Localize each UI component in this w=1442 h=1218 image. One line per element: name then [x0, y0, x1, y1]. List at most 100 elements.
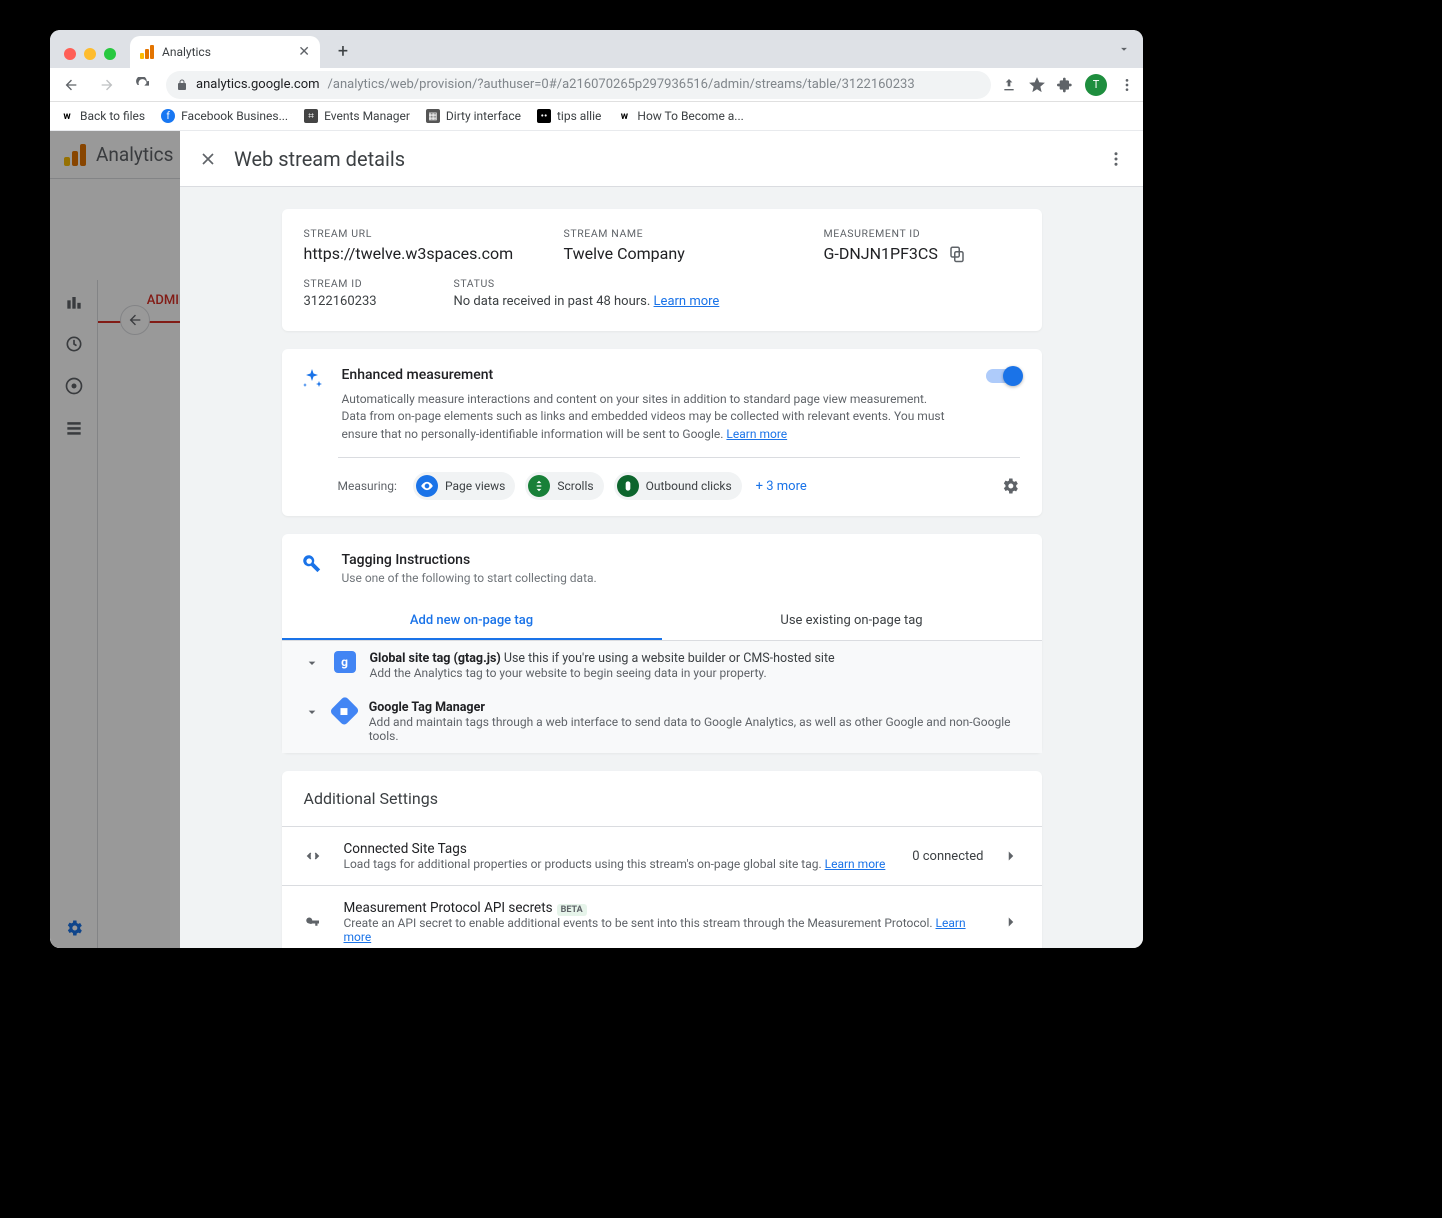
back-button[interactable]: [58, 72, 84, 98]
bookmark-item[interactable]: ▦Dirty interface: [426, 109, 521, 123]
row-api-secrets[interactable]: Measurement Protocol API secrets BETA Cre…: [282, 885, 1042, 948]
browser-tab-strip: Analytics ✕ +: [50, 30, 1143, 68]
lock-icon: [176, 79, 188, 91]
extensions-icon[interactable]: [1057, 77, 1073, 93]
chevron-down-icon: [304, 651, 320, 671]
close-panel-button[interactable]: [198, 149, 218, 169]
chip-label: Scrolls: [557, 479, 593, 493]
macos-minimize[interactable]: [84, 48, 96, 60]
mapi-title: Measurement Protocol API secrets: [344, 900, 553, 916]
enhanced-desc2: Data from on-page elements such as links…: [342, 409, 945, 440]
macos-zoom[interactable]: [104, 48, 116, 60]
gs-title: Global site tag (gtag.js): [370, 651, 504, 666]
bookmark-label: Events Manager: [324, 109, 410, 123]
gtm-title: Google Tag Manager: [369, 700, 485, 715]
stream-url-label: STREAM URL: [304, 227, 534, 240]
reload-button[interactable]: [130, 72, 156, 98]
web-stream-details-panel: Web stream details STREAM URL https://tw…: [180, 131, 1143, 948]
enhanced-settings-gear-icon[interactable]: [1000, 476, 1020, 496]
chip-label: Outbound clicks: [646, 479, 732, 493]
chip-label: Page views: [445, 479, 505, 493]
bookmark-star-icon[interactable]: [1029, 77, 1045, 93]
bookmark-label: How To Become a...: [637, 109, 743, 123]
panel-menu-button[interactable]: [1107, 150, 1125, 168]
mapi-desc: Create an API secret to enable additiona…: [344, 916, 936, 930]
gs-hint: Use this if you're using a website build…: [504, 651, 835, 666]
sparkle-icon: [300, 367, 328, 443]
key-icon: [304, 913, 326, 931]
panel-title: Web stream details: [234, 147, 405, 171]
new-tab-button[interactable]: +: [330, 38, 356, 64]
bookmark-item[interactable]: ⌗Events Manager: [304, 109, 410, 123]
profile-avatar[interactable]: T: [1085, 74, 1107, 96]
scroll-icon: [528, 475, 550, 497]
bookmark-item[interactable]: wBack to files: [60, 109, 145, 123]
browser-window: Analytics ✕ + analytics.google.com/analy…: [50, 30, 1143, 948]
chrome-menu-icon[interactable]: [1119, 77, 1135, 93]
stream-id-value: 3122160233: [304, 294, 424, 309]
measurement-id-label: MEASUREMENT ID: [824, 227, 984, 240]
url-host: analytics.google.com: [196, 77, 320, 92]
enhanced-measurement-card: Enhanced measurement Automatically measu…: [282, 349, 1042, 516]
status-label: STATUS: [454, 277, 854, 290]
accordion-global-site-tag[interactable]: g Global site tag (gtag.js) Use this if …: [282, 641, 1042, 690]
gtm-icon: ◆: [329, 696, 360, 727]
eye-icon: [416, 475, 438, 497]
enhanced-title: Enhanced measurement: [342, 367, 972, 383]
row-connected-site-tags[interactable]: Connected Site Tags Load tags for additi…: [282, 826, 1042, 885]
toolbar-right: T: [1001, 74, 1135, 96]
status-text: No data received in past 48 hours.: [454, 294, 654, 309]
additional-settings-card: Additional Settings Connected Site Tags …: [282, 771, 1042, 948]
macos-close[interactable]: [64, 48, 76, 60]
share-icon[interactable]: [1001, 77, 1017, 93]
url-path: /analytics/web/provision/?authuser=0#/a2…: [328, 77, 915, 92]
stream-info-card: STREAM URL https://twelve.w3spaces.com S…: [282, 209, 1042, 331]
beta-badge: BETA: [557, 904, 587, 916]
address-bar[interactable]: analytics.google.com/analytics/web/provi…: [166, 71, 991, 99]
code-icon: [304, 847, 326, 865]
stream-id-label: STREAM ID: [304, 277, 424, 290]
gtag-icon: g: [334, 651, 356, 673]
bookmark-label: tips allie: [557, 109, 601, 123]
status-learn-more-link[interactable]: Learn more: [654, 294, 720, 309]
macos-window-controls: [60, 48, 124, 68]
chip-page-views: Page views: [413, 472, 515, 500]
cst-learn-more-link[interactable]: Learn more: [825, 857, 886, 871]
chevron-right-icon: [1002, 847, 1020, 865]
enhanced-measurement-toggle[interactable]: [986, 369, 1020, 383]
copy-measurement-id-button[interactable]: [948, 245, 966, 263]
gtm-desc: Add and maintain tags through a web inte…: [369, 715, 1020, 743]
bookmark-label: Facebook Busines...: [181, 109, 288, 123]
tagging-title: Tagging Instructions: [342, 552, 597, 568]
panel-body: STREAM URL https://twelve.w3spaces.com S…: [180, 187, 1143, 948]
stream-name-value: Twelve Company: [564, 244, 794, 263]
accordion-google-tag-manager[interactable]: ◆ Google Tag Manager Add and maintain ta…: [282, 690, 1042, 753]
bookmarks-bar: wBack to files fFacebook Busines... ⌗Eve…: [50, 102, 1143, 131]
browser-tab[interactable]: Analytics ✕: [130, 36, 320, 68]
tab-use-existing-tag[interactable]: Use existing on-page tag: [662, 603, 1042, 640]
measurement-id-value: G-DNJN1PF3CS: [824, 244, 938, 263]
bookmark-label: Dirty interface: [446, 109, 521, 123]
chevron-right-icon: [1002, 913, 1020, 931]
analytics-favicon: [140, 45, 154, 59]
bookmark-item[interactable]: wHow To Become a...: [617, 109, 743, 123]
tagging-instructions-card: Tagging Instructions Use one of the foll…: [282, 534, 1042, 753]
bookmark-item[interactable]: ••tips allie: [537, 109, 601, 123]
tab-title: Analytics: [162, 45, 211, 59]
cst-desc: Load tags for additional properties or p…: [344, 857, 825, 871]
stream-name-label: STREAM NAME: [564, 227, 794, 240]
cst-title: Connected Site Tags: [344, 841, 895, 857]
tab-add-new-tag[interactable]: Add new on-page tag: [282, 603, 662, 640]
gs-desc: Add the Analytics tag to your website to…: [370, 666, 835, 680]
enhanced-desc1: Automatically measure interactions and c…: [342, 392, 928, 406]
bookmark-label: Back to files: [80, 109, 145, 123]
status-value: No data received in past 48 hours. Learn…: [454, 294, 854, 309]
enhanced-learn-more-link[interactable]: Learn more: [726, 427, 787, 441]
forward-button[interactable]: [94, 72, 120, 98]
browser-toolbar: analytics.google.com/analytics/web/provi…: [50, 68, 1143, 102]
bookmark-item[interactable]: fFacebook Busines...: [161, 109, 288, 123]
more-events-link[interactable]: + 3 more: [756, 479, 807, 494]
cst-value: 0 connected: [912, 849, 983, 864]
close-tab-button[interactable]: ✕: [298, 44, 310, 60]
dropdown-tabs-icon[interactable]: [1117, 42, 1131, 56]
